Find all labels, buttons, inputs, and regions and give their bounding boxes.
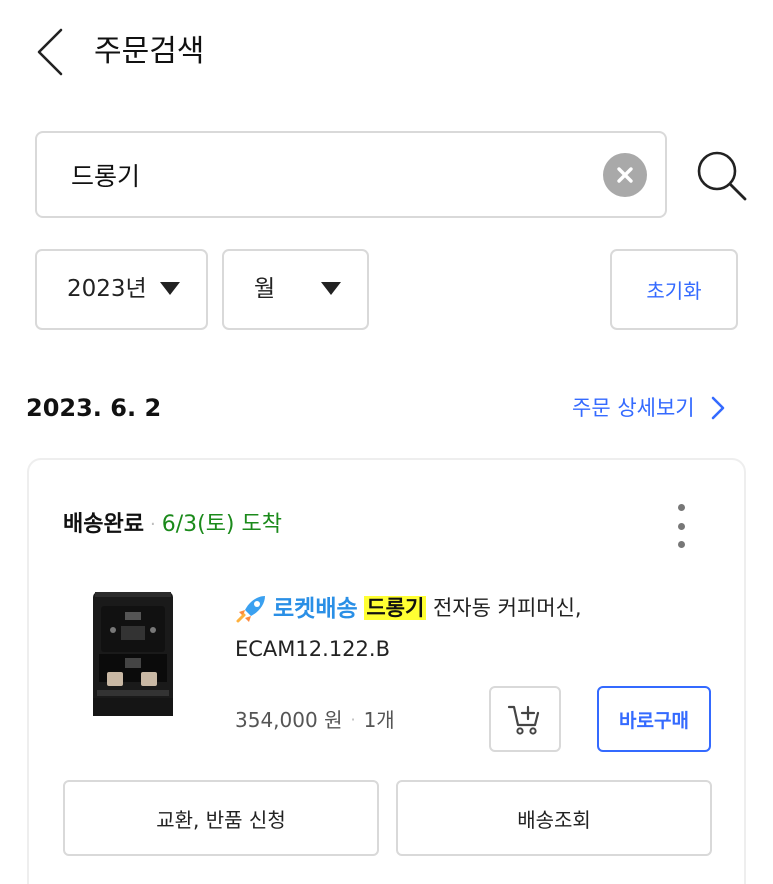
product-image[interactable]	[85, 586, 181, 722]
year-select[interactable]: 2023년	[35, 249, 208, 330]
separator-dot: ·	[149, 514, 156, 535]
year-select-value: 2023년	[67, 276, 147, 302]
rocket-delivery-label: 로켓배송	[273, 596, 358, 622]
status-label: 배송완료	[63, 512, 144, 537]
chevron-left-icon	[37, 28, 63, 76]
arrival-date: 6/3(토) 도착	[161, 512, 282, 537]
order-detail-link-label: 주문 상세보기	[572, 396, 695, 420]
order-search-page: 주문검색 2023년 월 초기화 2023. 6. 2 주문 상세보기	[0, 0, 773, 884]
buy-now-button[interactable]: 바로구매	[597, 686, 711, 752]
separator-dot: ·	[350, 710, 356, 729]
product-title[interactable]: 로켓배송 드롱기 전자동 커피머신, ECAM12.122.B	[235, 588, 705, 669]
clear-search-button[interactable]	[603, 153, 647, 197]
magnifier-icon	[697, 151, 747, 201]
product-price: 354,000 원	[235, 708, 343, 732]
order-date: 2023. 6. 2	[26, 394, 162, 422]
price-quantity: 354,000 원 · 1개	[235, 702, 395, 738]
caret-down-icon	[160, 282, 180, 295]
search-keyword-highlight: 드롱기	[364, 596, 427, 620]
search-input[interactable]	[71, 133, 591, 216]
chevron-right-icon	[711, 396, 724, 420]
close-icon	[617, 167, 633, 183]
order-detail-link[interactable]: 주문 상세보기	[572, 390, 725, 426]
delivery-status: 배송완료 · 6/3(토) 도착	[63, 508, 282, 542]
product-name: 전자동 커피머신,	[432, 596, 582, 620]
kebab-dot	[677, 541, 685, 548]
rocket-icon	[236, 596, 265, 623]
exchange-return-button[interactable]: 교환, 반품 신청	[63, 780, 379, 856]
product-model: ECAM12.122.B	[235, 637, 390, 661]
search-button[interactable]	[690, 144, 752, 206]
add-to-cart-button[interactable]	[489, 686, 561, 752]
product-quantity: 1개	[363, 708, 395, 732]
month-select-value: 월	[254, 276, 276, 302]
order-card: 배송완료 · 6/3(토) 도착 로켓배송 드롱기 전자동 커피머신, ECAM…	[27, 458, 746, 884]
back-button[interactable]	[28, 24, 72, 80]
reset-button[interactable]: 초기화	[610, 249, 738, 330]
kebab-dot	[677, 522, 685, 530]
caret-down-icon	[321, 282, 341, 295]
month-select[interactable]: 월	[222, 249, 369, 330]
page-title: 주문검색	[94, 34, 205, 69]
search-box	[35, 131, 667, 218]
rocket-delivery-badge: 로켓배송	[235, 589, 358, 629]
more-options-button[interactable]	[669, 504, 693, 548]
delivery-tracking-button[interactable]: 배송조회	[396, 780, 712, 856]
kebab-dot	[677, 504, 685, 511]
cart-plus-icon	[507, 705, 540, 735]
